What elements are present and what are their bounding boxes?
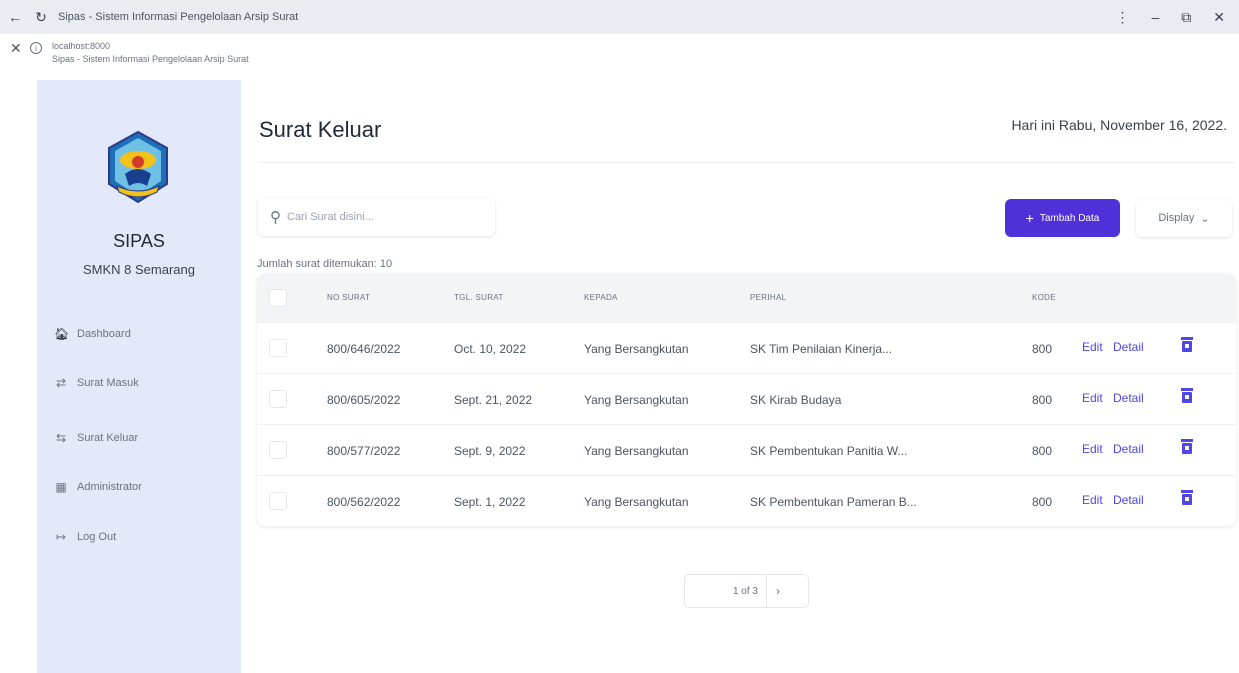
trash-icon[interactable] [1181, 337, 1193, 352]
sidebar-item-surat-keluar[interactable]: ⇆ Surat Keluar [54, 431, 138, 445]
row-checkbox[interactable] [269, 390, 287, 408]
chevron-right-icon: › [776, 584, 780, 598]
display-label: Display [1158, 212, 1195, 224]
cell-kepada: Yang Bersangkutan [584, 342, 689, 356]
cell-no-surat: 800/605/2022 [327, 393, 401, 407]
brand-name: SIPAS [113, 231, 165, 251]
row-checkbox[interactable] [269, 492, 287, 510]
more-options-icon[interactable]: ⋮ [1115, 9, 1129, 26]
table-row: 800/646/2022 Oct. 10, 2022 Yang Bersangk… [257, 322, 1236, 373]
back-arrow-icon[interactable]: ← [4, 6, 26, 28]
trash-icon[interactable] [1181, 490, 1193, 505]
sidebar-item-label: Dashboard [77, 328, 131, 340]
cell-perihal: SK Pembentukan Panitia W... [750, 444, 908, 458]
table-row: 800/562/2022 Sept. 1, 2022 Yang Bersangk… [257, 475, 1236, 526]
detail-link[interactable]: Detail [1113, 442, 1144, 456]
school-logo [108, 130, 168, 204]
column-header-tgl-surat: TGL. SURAT [454, 293, 504, 302]
url-text: localhost:8000 [52, 41, 111, 51]
school-name: SMKN 8 Semarang [83, 262, 195, 277]
page-title: Surat Keluar [259, 117, 382, 142]
logout-icon: ↦ [55, 530, 67, 544]
row-checkbox[interactable] [269, 339, 287, 357]
sidebar-item-label: Log Out [77, 531, 117, 543]
outbox-icon: ⇆ [55, 431, 67, 445]
page-indicator: 1 of 3 [685, 575, 767, 607]
cell-perihal: SK Pembentukan Pameran B... [750, 495, 917, 509]
cell-kode: 800 [1032, 444, 1053, 458]
cell-kode: 800 [1032, 342, 1053, 356]
cell-tgl-surat: Sept. 21, 2022 [454, 393, 533, 407]
sidebar-item-dashboard[interactable]: 🏠︎ Dashboard [54, 327, 131, 341]
cell-kepada: Yang Bersangkutan [584, 444, 689, 458]
trash-icon[interactable] [1181, 439, 1193, 454]
edit-link[interactable]: Edit [1082, 493, 1103, 507]
cell-kode: 800 [1032, 495, 1053, 509]
add-data-button[interactable]: + Tambah Data [1005, 199, 1120, 237]
letters-table: NO SURAT TGL. SURAT KEPADA PERIHAL KODE … [257, 274, 1236, 526]
inbox-icon: ⇄ [55, 376, 67, 390]
detail-link[interactable]: Detail [1113, 493, 1144, 507]
cell-perihal: SK Kirab Budaya [750, 393, 842, 407]
restore-icon[interactable]: ⧉ [1181, 9, 1191, 26]
sidebar-item-surat-masuk[interactable]: ⇄ Surat Masuk [54, 376, 139, 390]
edit-link[interactable]: Edit [1082, 391, 1103, 405]
display-dropdown[interactable]: Display ⌄ [1136, 199, 1232, 237]
table-row: 800/605/2022 Sept. 21, 2022 Yang Bersang… [257, 373, 1236, 424]
row-checkbox[interactable] [269, 441, 287, 459]
select-all-checkbox[interactable] [269, 289, 287, 307]
home-icon: 🏠︎ [54, 327, 70, 341]
cell-kode: 800 [1032, 393, 1053, 407]
search-icon: ⚲ [270, 209, 281, 226]
search-input[interactable] [287, 211, 467, 223]
info-icon[interactable]: i [30, 42, 42, 54]
table-row: 800/577/2022 Sept. 9, 2022 Yang Bersangk… [257, 424, 1236, 475]
edit-link[interactable]: Edit [1082, 340, 1103, 354]
page-title-text: Sipas - Sistem Informasi Pengelolaan Ars… [52, 54, 249, 64]
column-header-kode: KODE [1032, 293, 1056, 302]
next-page-button[interactable]: › [767, 584, 808, 598]
plus-icon: + [1025, 210, 1034, 226]
trash-icon[interactable] [1181, 388, 1193, 403]
search-box[interactable]: ⚲ [258, 198, 495, 236]
result-count: Jumlah surat ditemukan: 10 [257, 258, 393, 270]
detail-link[interactable]: Detail [1113, 391, 1144, 405]
address-bar: ✕ i localhost:8000 Sipas - Sistem Inform… [0, 34, 1239, 80]
browser-titlebar: ← ↻ Sipas - Sistem Informasi Pengelolaan… [0, 0, 1239, 34]
detail-link[interactable]: Detail [1113, 340, 1144, 354]
column-header-kepada: KEPADA [584, 293, 618, 302]
admin-icon: ▦ [55, 480, 67, 494]
sidebar-item-administrator[interactable]: ▦ Administrator [54, 480, 142, 494]
sidebar-item-logout[interactable]: ↦ Log Out [54, 530, 116, 544]
cell-kepada: Yang Bersangkutan [584, 393, 689, 407]
edit-link[interactable]: Edit [1082, 442, 1103, 456]
sidebar-item-label: Surat Masuk [77, 377, 139, 389]
cell-kepada: Yang Bersangkutan [584, 495, 689, 509]
sidebar-item-label: Administrator [77, 481, 142, 493]
window-controls: ⋮ – ⧉ ✕ [1115, 9, 1225, 26]
cell-tgl-surat: Sept. 9, 2022 [454, 444, 526, 458]
current-date: Hari ini Rabu, November 16, 2022. [1011, 117, 1227, 133]
cell-no-surat: 800/562/2022 [327, 495, 401, 509]
sidebar-item-label: Surat Keluar [77, 432, 139, 444]
column-header-perihal: PERIHAL [750, 293, 787, 302]
pagination: 1 of 3 › [684, 574, 809, 608]
close-icon[interactable]: ✕ [10, 40, 24, 57]
table-header: NO SURAT TGL. SURAT KEPADA PERIHAL KODE [257, 274, 1236, 322]
minimize-icon[interactable]: – [1151, 9, 1159, 25]
cell-perihal: SK Tim Penilaian Kinerja... [750, 342, 893, 356]
cell-tgl-surat: Oct. 10, 2022 [454, 342, 527, 356]
column-header-no-surat: NO SURAT [327, 293, 371, 302]
window-title: Sipas - Sistem Informasi Pengelolaan Ars… [58, 11, 299, 23]
chevron-down-icon: ⌄ [1200, 212, 1210, 225]
reload-icon[interactable]: ↻ [30, 6, 52, 28]
sidebar: SIPAS SMKN 8 Semarang 🏠︎ Dashboard ⇄ Sur… [37, 80, 241, 673]
close-window-icon[interactable]: ✕ [1213, 9, 1225, 26]
cell-no-surat: 800/577/2022 [327, 444, 401, 458]
address-text: localhost:8000 Sipas - Sistem Informasi … [52, 40, 249, 66]
add-data-label: Tambah Data [1039, 212, 1100, 224]
header-divider [259, 162, 1236, 163]
cell-no-surat: 800/646/2022 [327, 342, 401, 356]
cell-tgl-surat: Sept. 1, 2022 [454, 495, 526, 509]
